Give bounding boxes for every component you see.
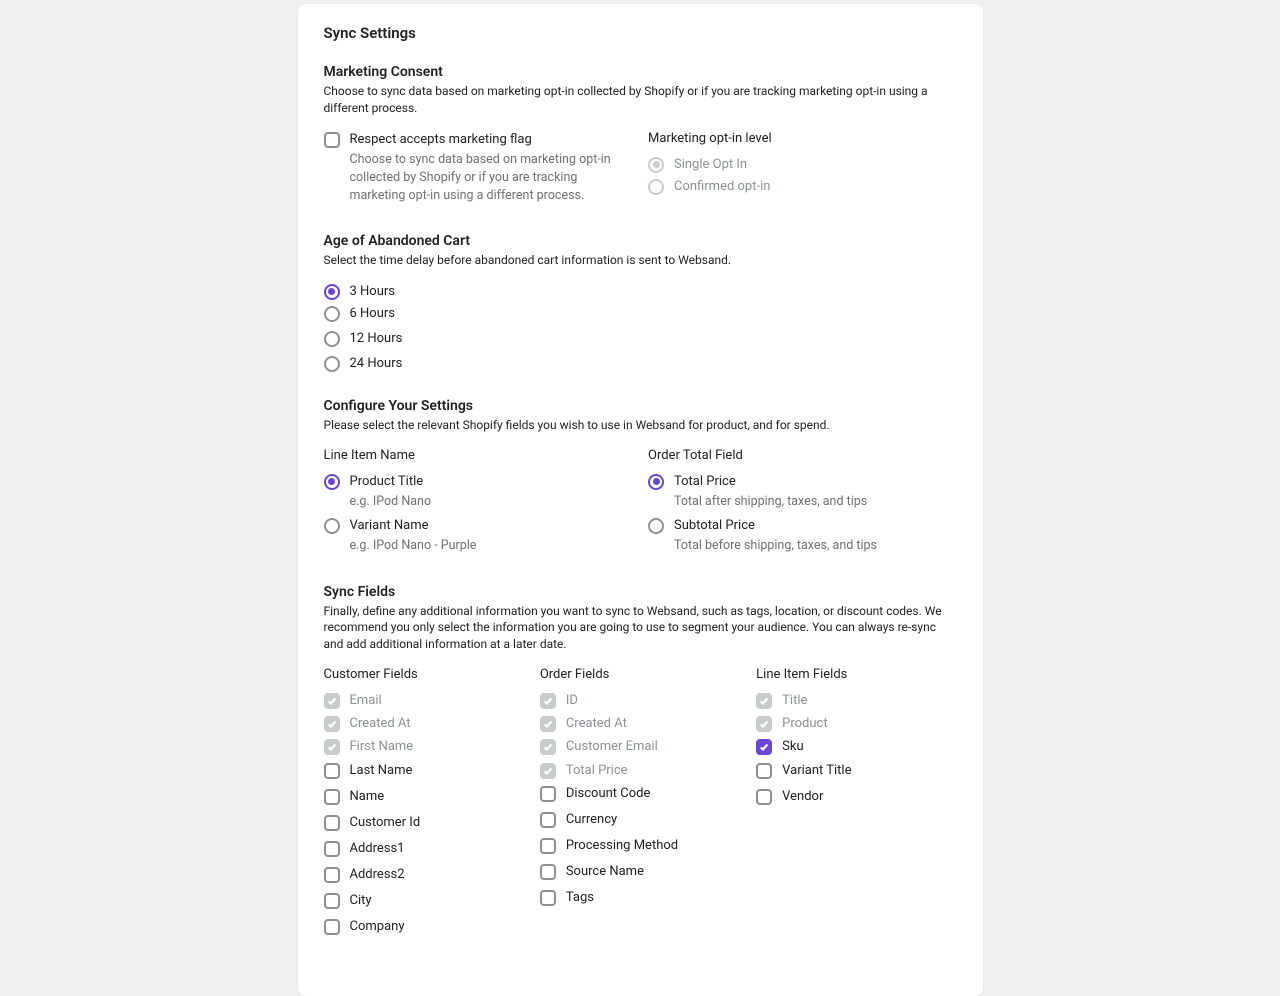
sync-fields-desc: Finally, define any additional informati… <box>324 603 957 653</box>
field-checkbox <box>540 716 556 732</box>
marketing-optin-level-label: Marketing opt-in level <box>648 131 957 146</box>
lineitem-fields-label: Line Item Fields <box>756 667 956 682</box>
field-label: Customer Email <box>566 738 740 756</box>
field-checkbox <box>324 716 340 732</box>
field-checkbox[interactable] <box>540 864 556 880</box>
marketing-consent-desc: Choose to sync data based on marketing o… <box>324 83 957 117</box>
variant-name-radio[interactable] <box>324 518 340 534</box>
confirmed-optin-radio <box>648 179 664 195</box>
total-price-label: Total Price <box>674 473 957 491</box>
field-checkbox <box>756 716 772 732</box>
field-checkbox[interactable] <box>540 890 556 906</box>
field-checkbox[interactable] <box>324 789 340 805</box>
total-price-radio[interactable] <box>648 474 664 490</box>
field-label: Last Name <box>350 762 524 780</box>
field-label: Tags <box>566 889 740 907</box>
field-checkbox[interactable] <box>540 838 556 854</box>
field-label: Discount Code <box>566 785 740 803</box>
respect-marketing-checkbox[interactable] <box>324 132 340 148</box>
subtotal-price-label: Subtotal Price <box>674 517 957 535</box>
field-checkbox <box>540 763 556 779</box>
order-fields-label: Order Fields <box>540 667 740 682</box>
field-label: City <box>350 892 524 910</box>
field-label: Product <box>782 715 956 733</box>
field-checkbox[interactable] <box>540 786 556 802</box>
field-label: Address2 <box>350 866 524 884</box>
field-label: Name <box>350 788 524 806</box>
marketing-consent-title: Marketing Consent <box>324 64 957 80</box>
field-label: Currency <box>566 811 740 829</box>
field-label: Processing Method <box>566 837 740 855</box>
field-checkbox <box>324 693 340 709</box>
field-checkbox[interactable] <box>756 739 772 755</box>
abandoned-2-radio[interactable] <box>324 331 340 347</box>
field-label: Title <box>782 692 956 710</box>
respect-marketing-help: Choose to sync data based on marketing o… <box>350 151 633 205</box>
field-label: Total Price <box>566 762 740 780</box>
respect-marketing-label: Respect accepts marketing flag <box>350 131 633 149</box>
field-checkbox[interactable] <box>324 841 340 857</box>
sync-settings-card: Sync Settings Marketing Consent Choose t… <box>298 4 983 996</box>
marketing-consent-section: Marketing Consent Choose to sync data ba… <box>324 64 957 211</box>
field-checkbox[interactable] <box>756 763 772 779</box>
abandoned-3-label: 24 Hours <box>350 355 957 373</box>
field-label: Sku <box>782 738 956 756</box>
confirmed-optin-label: Confirmed opt-in <box>674 178 957 196</box>
variant-name-label: Variant Name <box>350 517 633 535</box>
field-label: Email <box>350 692 524 710</box>
field-checkbox[interactable] <box>540 812 556 828</box>
configure-title: Configure Your Settings <box>324 398 957 414</box>
configure-desc: Please select the relevant Shopify field… <box>324 417 957 434</box>
product-title-label: Product Title <box>350 473 633 491</box>
abandoned-2-label: 12 Hours <box>350 330 957 348</box>
field-checkbox <box>324 739 340 755</box>
field-checkbox <box>756 693 772 709</box>
subtotal-price-help: Total before shipping, taxes, and tips <box>674 537 957 555</box>
customer-fields-label: Customer Fields <box>324 667 524 682</box>
variant-name-help: e.g. IPod Nano - Purple <box>350 537 633 555</box>
field-checkbox[interactable] <box>324 893 340 909</box>
total-price-help: Total after shipping, taxes, and tips <box>674 493 957 511</box>
abandoned-1-radio[interactable] <box>324 306 340 322</box>
sync-fields-title: Sync Fields <box>324 584 957 600</box>
abandoned-cart-desc: Select the time delay before abandoned c… <box>324 252 957 269</box>
field-checkbox[interactable] <box>324 815 340 831</box>
abandoned-0-radio[interactable] <box>324 284 340 300</box>
field-label: First Name <box>350 738 524 756</box>
field-label: Created At <box>350 715 524 733</box>
abandoned-3-radio[interactable] <box>324 356 340 372</box>
abandoned-1-label: 6 Hours <box>350 305 957 323</box>
configure-section: Configure Your Settings Please select th… <box>324 398 957 561</box>
product-title-help: e.g. IPod Nano <box>350 493 633 511</box>
field-label: Customer Id <box>350 814 524 832</box>
abandoned-cart-title: Age of Abandoned Cart <box>324 233 957 249</box>
field-checkbox[interactable] <box>324 919 340 935</box>
line-item-name-label: Line Item Name <box>324 448 633 463</box>
abandoned-cart-section: Age of Abandoned Cart Select the time de… <box>324 233 957 376</box>
product-title-radio[interactable] <box>324 474 340 490</box>
field-label: ID <box>566 692 740 710</box>
field-label: Source Name <box>566 863 740 881</box>
field-label: Created At <box>566 715 740 733</box>
field-label: Company <box>350 918 524 936</box>
field-checkbox[interactable] <box>324 763 340 779</box>
page-title: Sync Settings <box>324 24 957 42</box>
field-label: Variant Title <box>782 762 956 780</box>
field-checkbox[interactable] <box>324 867 340 883</box>
subtotal-price-radio[interactable] <box>648 518 664 534</box>
single-optin-radio <box>648 157 664 173</box>
sync-fields-section: Sync Fields Finally, define any addition… <box>324 584 957 944</box>
field-label: Address1 <box>350 840 524 858</box>
abandoned-0-label: 3 Hours <box>350 283 957 301</box>
field-label: Vendor <box>782 788 956 806</box>
field-checkbox <box>540 739 556 755</box>
field-checkbox <box>540 693 556 709</box>
order-total-field-label: Order Total Field <box>648 448 957 463</box>
single-optin-label: Single Opt In <box>674 156 957 174</box>
field-checkbox[interactable] <box>756 789 772 805</box>
